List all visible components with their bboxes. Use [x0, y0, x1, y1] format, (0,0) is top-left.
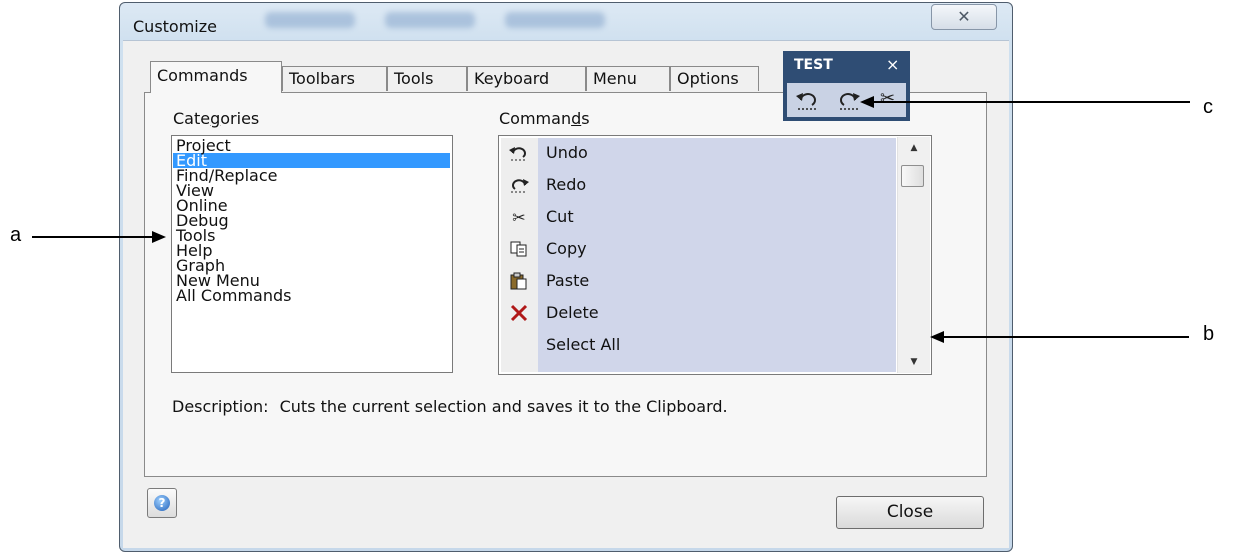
description-text: Cuts the current selection and saves it … [279, 397, 728, 416]
undo-icon [506, 144, 532, 164]
delete-x-icon [506, 304, 532, 324]
copy-icon [506, 240, 532, 260]
tab-tools[interactable]: Tools [387, 66, 467, 91]
command-row-select-all[interactable]: Select All [499, 330, 899, 362]
undo-icon[interactable] [795, 89, 819, 116]
scissors-icon[interactable]: ✂ [880, 88, 895, 109]
annotation-arrow-a [32, 236, 154, 238]
titlebar-blur [385, 12, 475, 28]
list-item[interactable]: Project [173, 138, 450, 154]
commands-label: Commands [499, 109, 590, 128]
description-label: Description: [172, 397, 269, 416]
tab-commands[interactable]: Commands [150, 61, 282, 93]
command-row-copy[interactable]: Copy [499, 234, 899, 266]
vertical-scrollbar[interactable]: ▲ ▼ [897, 137, 930, 373]
annotation-arrow-b [944, 336, 1189, 338]
scroll-down-arrow-icon[interactable]: ▼ [898, 353, 930, 373]
titlebar-blur [505, 12, 605, 28]
test-floating-toolbar[interactable]: TEST × ✂ [783, 51, 910, 121]
tab-menu[interactable]: Menu [586, 66, 670, 91]
command-row-delete[interactable]: Delete [499, 298, 899, 330]
categories-label: Categories [173, 109, 260, 128]
titlebar-blur [265, 12, 355, 28]
arrowhead [930, 331, 944, 343]
annotation-label-a: a [10, 224, 22, 246]
close-icon[interactable]: × [886, 55, 899, 74]
arrowhead [860, 96, 874, 108]
window-close-button[interactable]: ✕ [931, 4, 997, 30]
window-title: Customize [133, 17, 217, 36]
command-row-cut[interactable]: ✂ Cut [499, 202, 899, 234]
list-item[interactable]: Tools [173, 228, 450, 244]
redo-icon [506, 176, 532, 196]
toolbar-buttons: ✂ [787, 83, 906, 117]
scroll-thumb[interactable] [901, 165, 924, 187]
redo-icon[interactable] [837, 89, 861, 116]
command-row-paste[interactable]: Paste [499, 266, 899, 298]
paste-icon [506, 272, 532, 292]
scissors-icon: ✂ [512, 208, 526, 227]
description-line: Description: Cuts the current selection … [172, 397, 728, 416]
annotation-arrow-c [872, 101, 1190, 103]
arrowhead [152, 231, 166, 243]
scroll-up-arrow-icon[interactable]: ▲ [898, 137, 930, 157]
commands-listbox[interactable]: Undo Redo ✂ Cut Copy Paste Delete Select… [498, 135, 932, 375]
help-icon: ? [154, 495, 170, 511]
annotation-label-c: c [1203, 96, 1213, 118]
annotation-label-b: b [1203, 323, 1215, 345]
close-button[interactable]: Close [836, 496, 984, 529]
close-icon: ✕ [957, 7, 971, 26]
tab-keyboard[interactable]: Keyboard [467, 66, 586, 91]
help-button[interactable]: ? [147, 488, 177, 518]
list-item[interactable]: Find/Replace [173, 168, 450, 184]
list-item[interactable]: All Commands [173, 288, 450, 304]
command-row-undo[interactable]: Undo [499, 138, 899, 170]
toolbar-title: TEST [794, 57, 833, 73]
categories-listbox[interactable]: Project Edit Find/Replace View Online De… [171, 135, 453, 373]
tab-toolbars[interactable]: Toolbars [282, 66, 387, 91]
command-row-redo[interactable]: Redo [499, 170, 899, 202]
tab-options[interactable]: Options [670, 66, 759, 91]
